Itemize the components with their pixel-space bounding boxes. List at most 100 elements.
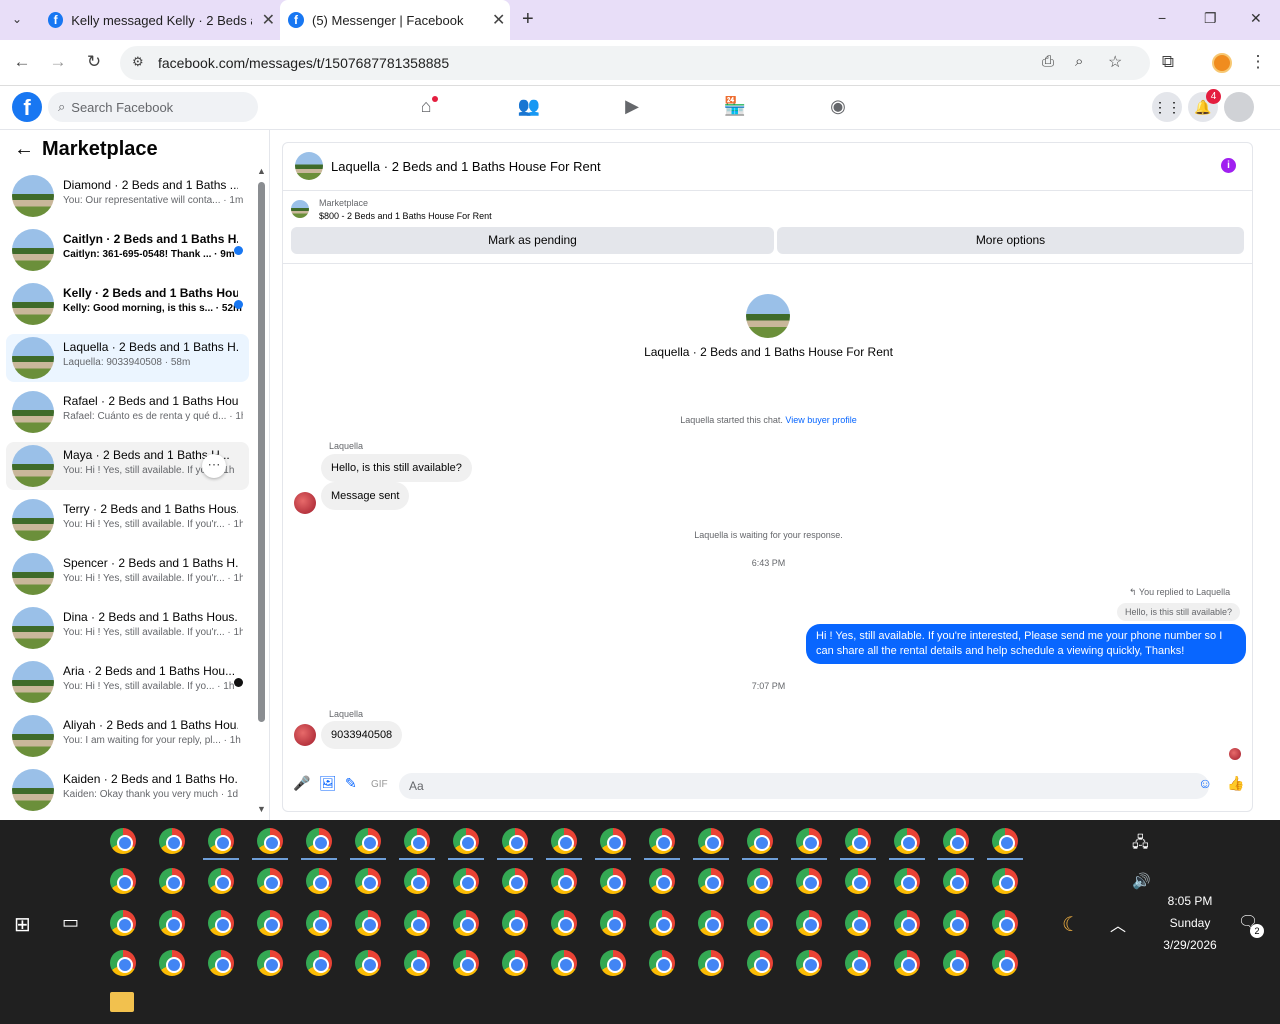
sticker-icon[interactable]: ✎ [345, 775, 357, 792]
view-buyer-profile-link[interactable]: View buyer profile [785, 415, 856, 425]
account-avatar[interactable] [1224, 92, 1254, 122]
taskbar-browser-icon[interactable] [159, 910, 185, 936]
conversation-item[interactable]: Diamond · 2 Beds and 1 Baths ... You: Our… [6, 172, 249, 220]
taskbar-browser-icon[interactable] [649, 950, 675, 976]
taskbar-browser-icon[interactable] [257, 868, 283, 894]
taskbar-browser-icon[interactable] [453, 910, 479, 936]
groups-icon[interactable]: ◉ [826, 96, 850, 117]
conversation-item[interactable]: Maya · 2 Beds and 1 Baths H... You: Hi ! … [6, 442, 249, 490]
conversation-item[interactable]: Kaiden · 2 Beds and 1 Baths Ho... Kaiden:… [6, 766, 249, 814]
taskbar-browser-icon[interactable] [747, 910, 773, 936]
taskbar-browser-icon[interactable] [551, 950, 577, 976]
reload-icon[interactable]: ↻ [82, 52, 106, 72]
taskbar-browser-icon[interactable] [894, 868, 920, 894]
taskbar-browser-icon[interactable] [845, 828, 871, 854]
restore-button[interactable]: ❐ [1204, 10, 1217, 27]
taskbar-browser-icon[interactable] [747, 950, 773, 976]
taskbar-browser-icon[interactable] [845, 868, 871, 894]
taskbar-browser-icon[interactable] [404, 950, 430, 976]
taskbar-browser-icon[interactable] [453, 868, 479, 894]
taskbar-browser-icon[interactable] [502, 950, 528, 976]
taskbar-browser-icon[interactable] [943, 828, 969, 854]
url-text[interactable]: facebook.com/messages/t/1507687781358885 [158, 55, 449, 71]
outgoing-message[interactable]: Hi ! Yes, still available. If you're int… [806, 624, 1246, 664]
tab-kelly[interactable]: f Kelly messaged Kelly · 2 Beds ar ✕ [40, 0, 275, 40]
taskbar-browser-icon[interactable] [502, 868, 528, 894]
taskbar-browser-icon[interactable] [649, 868, 675, 894]
taskbar-browser-icon[interactable] [502, 910, 528, 936]
facebook-logo-icon[interactable]: f [12, 92, 42, 122]
taskbar-browser-icon[interactable] [649, 828, 675, 854]
taskbar-browser-icon[interactable] [796, 910, 822, 936]
scroll-up-arrow-icon[interactable]: ▲ [257, 166, 266, 176]
forward-arrow-icon[interactable]: → [46, 52, 70, 72]
more-actions-icon[interactable]: ⋯ [202, 454, 226, 478]
taskbar-browser-icon[interactable] [698, 950, 724, 976]
taskbar-browser-icon[interactable] [110, 828, 136, 854]
back-arrow-icon[interactable]: ← [10, 52, 34, 72]
listing-title[interactable]: $800 - 2 Beds and 1 Baths House For Rent [319, 211, 492, 221]
incoming-message[interactable]: 9033940508 [321, 721, 403, 749]
sender-avatar[interactable] [294, 492, 316, 514]
taskbar-browser-icon[interactable] [894, 910, 920, 936]
taskbar-browser-icon[interactable] [257, 828, 283, 854]
browser-menu-icon[interactable]: ⋮ [1246, 52, 1270, 72]
incoming-message[interactable]: Message sent [321, 482, 410, 510]
close-tab-icon[interactable]: ✕ [492, 10, 505, 30]
taskbar-browser-icon[interactable] [110, 910, 136, 936]
taskbar-browser-icon[interactable] [796, 868, 822, 894]
site-settings-icon[interactable]: ⚙ [132, 54, 144, 70]
taskbar-browser-icon[interactable] [747, 828, 773, 854]
taskbar-browser-icon[interactable] [306, 950, 332, 976]
taskbar-browser-icon[interactable] [355, 950, 381, 976]
taskbar-browser-icon[interactable] [306, 868, 332, 894]
emoji-icon[interactable]: ☺ [1198, 775, 1212, 791]
taskbar-browser-icon[interactable] [992, 950, 1018, 976]
taskbar-browser-icon[interactable] [894, 828, 920, 854]
close-window-button[interactable]: ✕ [1250, 10, 1262, 27]
taskbar-browser-icon[interactable] [257, 910, 283, 936]
conversation-item[interactable]: Spencer · 2 Beds and 1 Baths H... You: Hi… [6, 550, 249, 598]
info-icon[interactable]: i [1221, 158, 1236, 173]
chat-header-title[interactable]: Laquella · 2 Beds and 1 Baths House For … [331, 159, 601, 174]
tab-messenger[interactable]: f (5) Messenger | Facebook ✕ [280, 0, 510, 40]
taskbar-browser-icon[interactable] [110, 950, 136, 976]
taskbar-browser-icon[interactable] [306, 828, 332, 854]
taskbar-browser-icon[interactable] [159, 868, 185, 894]
night-light-moon-icon[interactable]: ☾ [1062, 912, 1080, 937]
conversation-item[interactable]: Dina · 2 Beds and 1 Baths Hous... You: Hi… [6, 604, 249, 652]
taskbar-browser-icon[interactable] [698, 868, 724, 894]
taskbar-browser-icon[interactable] [551, 910, 577, 936]
taskbar-browser-icon[interactable] [845, 910, 871, 936]
taskbar-browser-icon[interactable] [894, 950, 920, 976]
quoted-message[interactable]: Hello, is this still available? [1117, 603, 1241, 621]
conversation-item[interactable]: Kelly · 2 Beds and 1 Baths Hou... Kelly: … [6, 280, 249, 328]
taskbar-browser-icon[interactable] [992, 910, 1018, 936]
microphone-icon[interactable]: 🎤 [293, 775, 310, 792]
task-view-icon[interactable]: ▭ [62, 912, 79, 933]
file-explorer-icon[interactable] [110, 992, 134, 1012]
taskbar-browser-icon[interactable] [453, 950, 479, 976]
listing-thumbnail[interactable] [291, 200, 309, 218]
close-tab-icon[interactable]: ✕ [262, 10, 275, 30]
taskbar-browser-icon[interactable] [943, 868, 969, 894]
gif-icon[interactable]: GIF [371, 779, 388, 790]
conversation-item[interactable]: Terry · 2 Beds and 1 Baths Hous... You: H… [6, 496, 249, 544]
taskbar-browser-icon[interactable] [796, 828, 822, 854]
friends-icon[interactable]: 👥 [517, 96, 541, 117]
menu-grid-icon[interactable]: ⋮⋮ [1152, 92, 1182, 122]
taskbar-browser-icon[interactable] [208, 868, 234, 894]
show-hidden-icons-chevron-icon[interactable]: ︿ [1110, 912, 1126, 936]
taskbar-browser-icon[interactable] [845, 950, 871, 976]
minimize-button[interactable]: − [1158, 10, 1166, 26]
taskbar-browser-icon[interactable] [257, 950, 283, 976]
conversation-item[interactable]: Aliyah · 2 Beds and 1 Baths Hou... You: I… [6, 712, 249, 760]
taskbar-browser-icon[interactable] [404, 910, 430, 936]
taskbar-browser-icon[interactable] [943, 910, 969, 936]
tab-search-chevron-icon[interactable]: ⌄ [12, 12, 22, 26]
taskbar-browser-icon[interactable] [159, 950, 185, 976]
taskbar-browser-icon[interactable] [796, 950, 822, 976]
install-app-icon[interactable]: ⎙ [1042, 53, 1054, 70]
taskbar-browser-icon[interactable] [747, 868, 773, 894]
conversation-item[interactable]: Laquella · 2 Beds and 1 Baths H... Laquel… [6, 334, 249, 382]
